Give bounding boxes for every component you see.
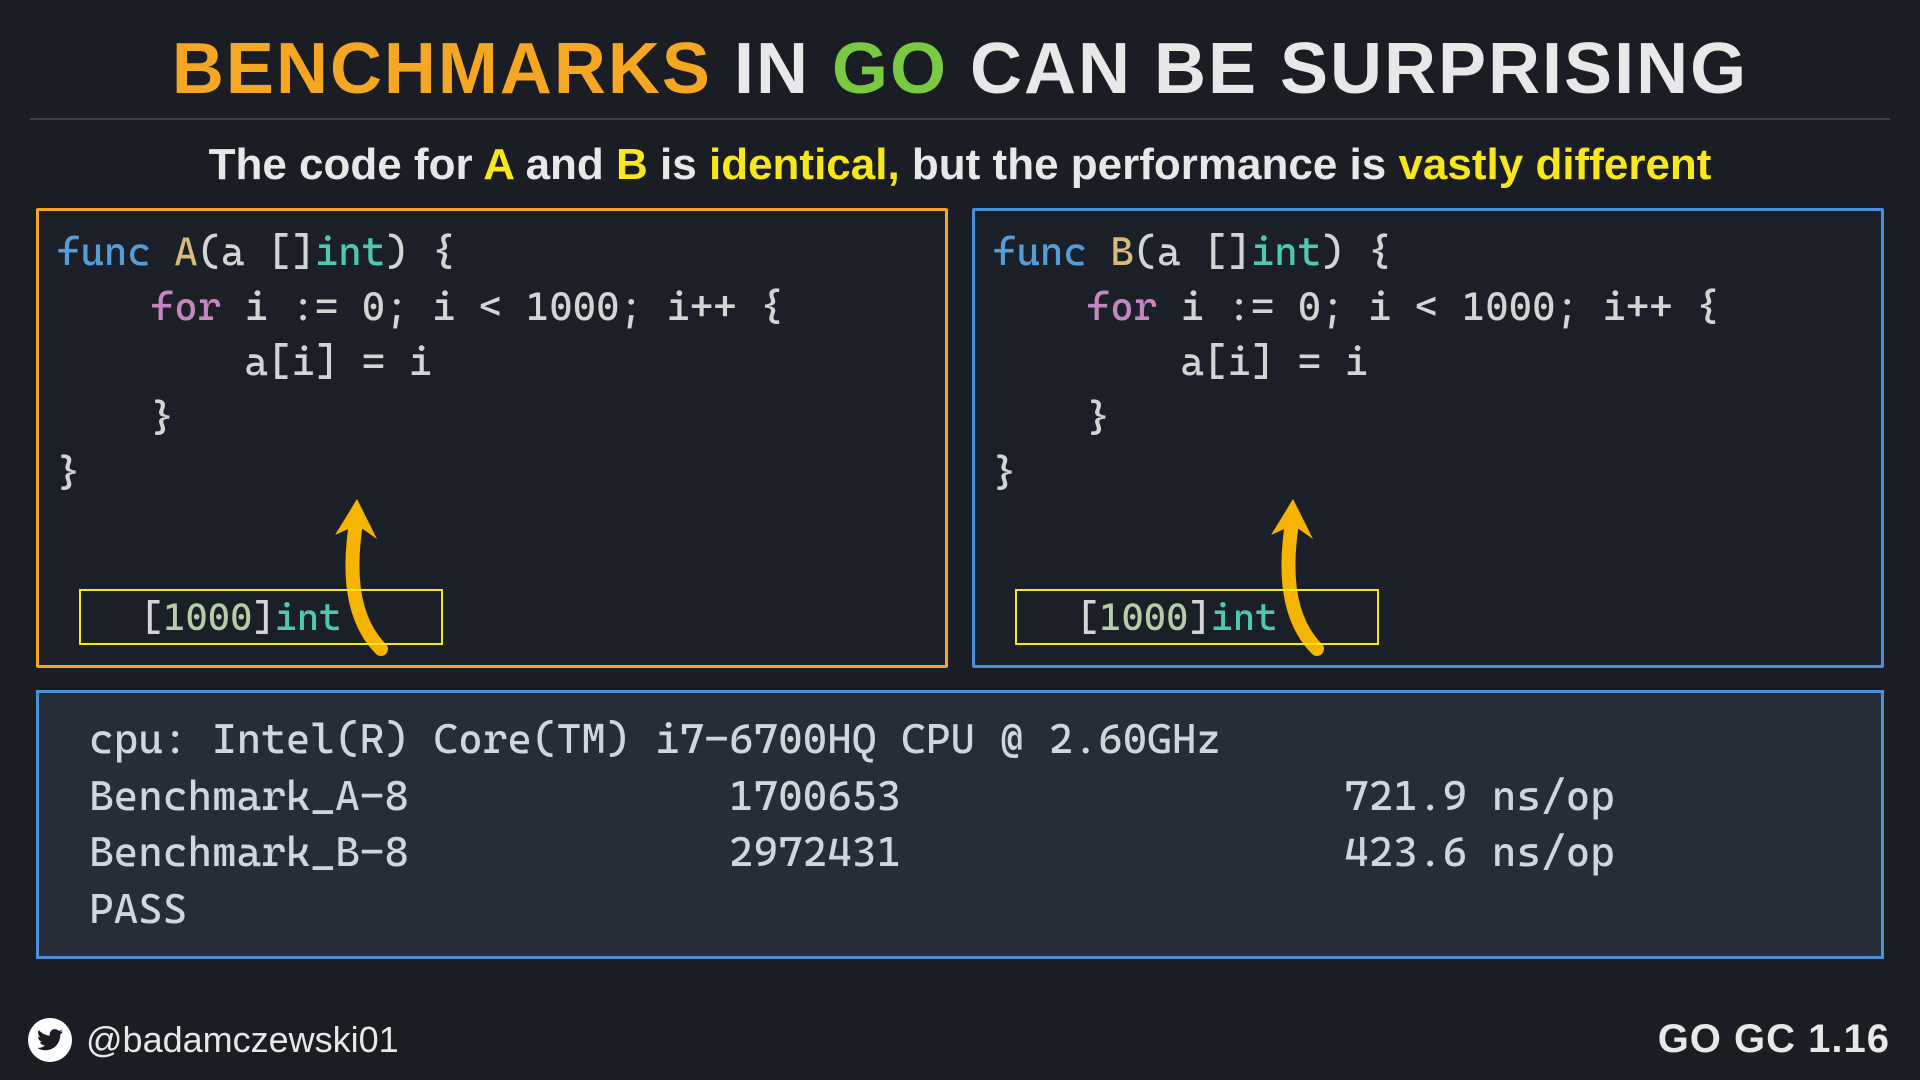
code-columns: func A(a []int) { for i := 0; i < 1000; … [30,208,1890,668]
sig-open: (a [] [198,229,315,275]
bracket-close: ] [252,595,274,639]
loop-body: a[i] = i [993,339,1368,385]
loop-head: i := 0; i < 1000; i++ { [1157,284,1720,330]
loop-body: a[i] = i [57,339,432,385]
fn-name-b: B [1110,229,1133,275]
slide: BENCHMARKS IN GO CAN BE SURPRISING The c… [0,0,1920,1080]
sub-b: B [616,140,648,189]
array-size: 1000 [1099,595,1188,639]
fn-name-a: A [174,229,197,275]
sub-a: A [483,140,513,189]
kw-for: for [1087,284,1157,330]
sub-vast: vastly different [1398,140,1711,189]
slide-title: BENCHMARKS IN GO CAN BE SURPRISING [30,28,1890,110]
array-type: int [275,595,342,639]
title-word-benchmarks: BENCHMARKS [172,29,712,109]
type-int: int [1251,229,1321,275]
brace-close-outer: } [57,450,80,496]
code-box-a: func A(a []int) { for i := 0; i < 1000; … [36,208,948,668]
array-type-label: [1000]int [79,589,443,645]
sub-p1: The code for [209,140,484,189]
array-size: 1000 [163,595,252,639]
benchmark-output-box: cpu: Intel(R) Core(TM) i7-6700HQ CPU @ 2… [36,690,1884,959]
code-a: func A(a []int) { for i := 0; i < 1000; … [57,225,927,501]
divider [30,118,1890,120]
out-bench-b: Benchmark_B-8 2972431 423.6 ns/op [89,827,1615,876]
kw-for: for [151,284,221,330]
sub-p2: and [513,140,616,189]
twitter-icon [28,1018,72,1062]
title-word-go: GO [832,29,948,109]
array-type-label: [1000]int [1015,589,1379,645]
kw-func: func [993,229,1087,275]
code-box-b: func B(a []int) { for i := 0; i < 1000; … [972,208,1884,668]
bracket-open: [ [141,595,163,639]
sub-p3: is [648,140,709,189]
brace-close-inner: } [57,395,174,441]
sig-open: (a [] [1134,229,1251,275]
title-word-rest: CAN BE SURPRISING [970,29,1748,109]
code-b: func B(a []int) { for i := 0; i < 1000; … [993,225,1863,501]
twitter-handle: @badamczewski01 [86,1019,399,1061]
sig-close: ) { [1321,229,1391,275]
go-version-label: GO GC 1.16 [1658,1017,1890,1062]
brace-close-inner: } [993,395,1110,441]
sub-p4: but the performance is [900,140,1399,189]
out-bench-a: Benchmark_A-8 1700653 721.9 ns/op [89,771,1615,820]
type-int: int [315,229,385,275]
bracket-close: ] [1188,595,1210,639]
array-type: int [1211,595,1278,639]
title-word-in: IN [734,29,810,109]
slide-subtitle: The code for A and B is identical, but t… [30,140,1890,190]
benchmark-output: cpu: Intel(R) Core(TM) i7-6700HQ CPU @ 2… [89,711,1831,938]
bracket-open: [ [1077,595,1099,639]
sub-ident: identical, [709,140,900,189]
brace-close-outer: } [993,450,1016,496]
out-cpu: cpu: Intel(R) Core(TM) i7-6700HQ CPU @ 2… [89,714,1221,763]
out-pass: PASS [89,884,187,933]
loop-head: i := 0; i < 1000; i++ { [221,284,784,330]
kw-func: func [57,229,151,275]
sig-close: ) { [385,229,455,275]
footer-handle: @badamczewski01 [28,1018,399,1062]
